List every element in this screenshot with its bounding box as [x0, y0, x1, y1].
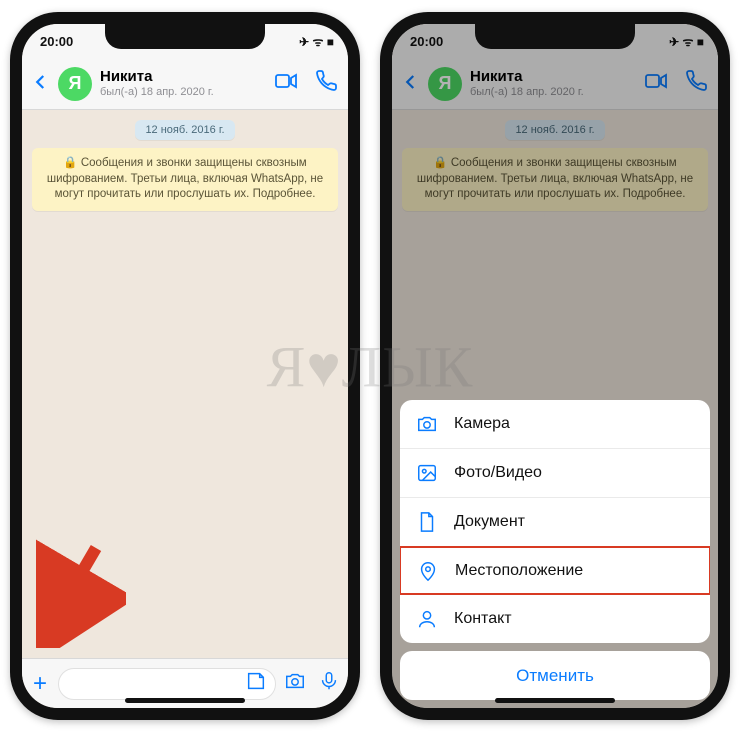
video-call-icon[interactable]: [274, 69, 298, 98]
camera-icon[interactable]: [284, 670, 306, 697]
sheet-label: Документ: [454, 513, 525, 531]
home-indicator[interactable]: [125, 698, 245, 703]
home-indicator[interactable]: [495, 698, 615, 703]
status-icons: ✈︎ ᯤ ■: [299, 33, 334, 50]
sheet-label: Местоположение: [455, 562, 583, 580]
back-icon[interactable]: [32, 71, 50, 97]
sheet-item-camera[interactable]: Камера: [400, 400, 710, 449]
sheet-label: Камера: [454, 415, 510, 433]
avatar[interactable]: Я: [58, 67, 92, 101]
annotation-arrow: [36, 538, 126, 648]
last-seen: был(-а) 18 апр. 2020 г.: [100, 86, 266, 98]
sheet-item-location[interactable]: Местоположение: [400, 546, 710, 595]
phone-right: 20:00 ✈︎ ᯤ ■ Я Никита был(-а) 18 апр. 20…: [380, 12, 730, 720]
sheet-item-document[interactable]: Документ: [400, 498, 710, 547]
sheet-item-photo-video[interactable]: Фото/Видео: [400, 449, 710, 498]
contact-block[interactable]: Никита был(-а) 18 апр. 2020 г.: [100, 69, 266, 98]
voice-call-icon[interactable]: [314, 69, 338, 98]
contact-icon: [416, 608, 438, 630]
attachment-sheet: Камера Фото/Видео Документ Местоположени…: [400, 400, 710, 700]
phone-left: 20:00 ✈︎ ᯤ ■ Я Никита был(-а) 18 апр. 20…: [10, 12, 360, 720]
document-icon: [416, 511, 438, 533]
encryption-banner[interactable]: 🔒 Сообщения и звонки защищены сквозным ш…: [32, 148, 338, 211]
contact-name: Никита: [100, 69, 266, 86]
sticker-icon[interactable]: [245, 670, 267, 697]
sheet-label: Фото/Видео: [454, 464, 542, 482]
notch: [105, 23, 265, 49]
location-icon: [417, 560, 439, 582]
sheet-cancel-button[interactable]: Отменить: [400, 651, 710, 700]
image-icon: [416, 462, 438, 484]
date-badge: 12 нояб. 2016 г.: [135, 120, 234, 140]
chat-header: Я Никита был(-а) 18 апр. 2020 г.: [22, 58, 348, 110]
sheet-label: Контакт: [454, 610, 512, 628]
camera-icon: [416, 413, 438, 435]
status-time: 20:00: [40, 34, 73, 49]
notch: [475, 23, 635, 49]
mic-icon[interactable]: [318, 670, 340, 697]
attach-button[interactable]: +: [30, 670, 50, 698]
sheet-item-contact[interactable]: Контакт: [400, 594, 710, 643]
message-input[interactable]: [58, 668, 276, 700]
